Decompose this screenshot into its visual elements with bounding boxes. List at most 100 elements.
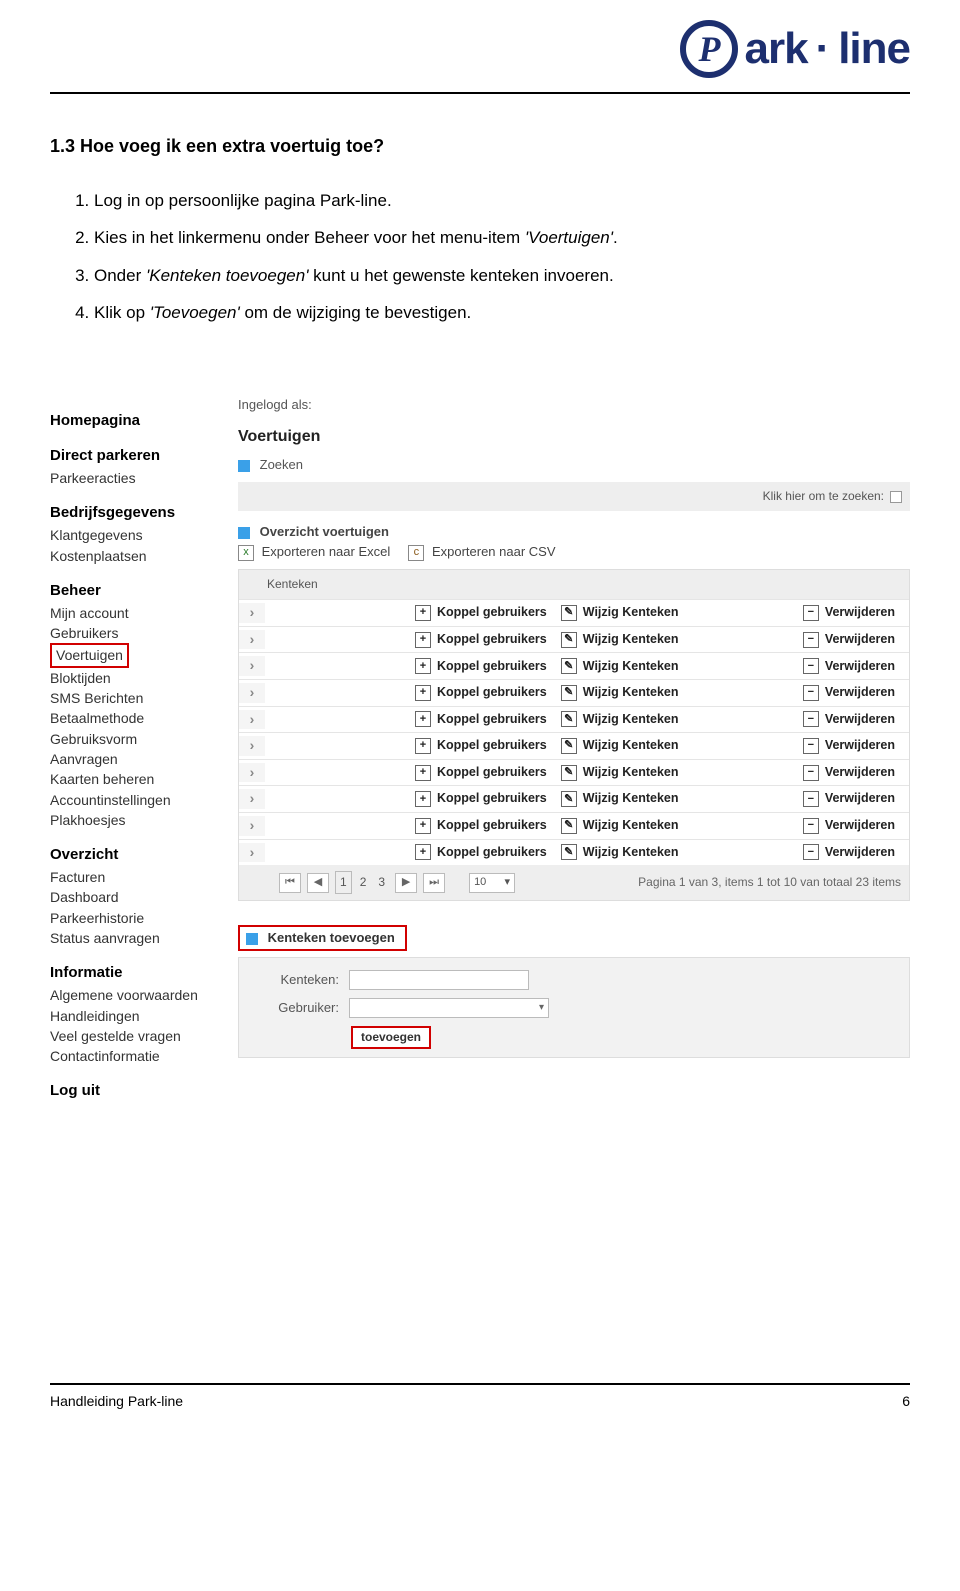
sidebar-item[interactable]: Bloktijden [50, 668, 210, 688]
expand-row-button[interactable]: › [239, 710, 265, 730]
pager-page[interactable]: 1 [335, 871, 352, 894]
search-checkbox[interactable] [890, 491, 902, 503]
sidebar-item[interactable]: Plakhoesjes [50, 810, 210, 830]
sidebar-group-header[interactable]: Bedrijfsgegevens [50, 502, 210, 523]
sidebar-group-header[interactable]: Homepagina [50, 410, 210, 431]
sidebar-item[interactable]: Kostenplaatsen [50, 546, 210, 566]
pager-prev-button[interactable]: ◀ [307, 873, 329, 893]
koppel-gebruikers-button[interactable]: +Koppel gebruikers [415, 790, 561, 808]
expand-row-button[interactable]: › [239, 603, 265, 623]
pager-first-button[interactable]: ⏮ [279, 873, 301, 893]
minus-icon: − [803, 738, 819, 754]
sidebar-item[interactable]: Aanvragen [50, 749, 210, 769]
sidebar-item[interactable]: Facturen [50, 867, 210, 887]
sidebar-item[interactable]: Gebruiksvorm [50, 729, 210, 749]
table-row: › +Koppel gebruikers✎Wijzig Kenteken −Verw… [239, 759, 909, 786]
search-panel[interactable]: Klik hier om te zoeken: [238, 482, 910, 511]
sidebar-group-header[interactable]: Direct parkeren [50, 445, 210, 466]
wijzig-kenteken-button[interactable]: ✎Wijzig Kenteken [561, 737, 693, 755]
verwijderen-button[interactable]: −Verwijderen [803, 790, 909, 808]
sidebar-item[interactable]: Gebruikers [50, 623, 210, 643]
pencil-icon: ✎ [561, 844, 577, 860]
wijzig-kenteken-button[interactable]: ✎Wijzig Kenteken [561, 604, 693, 622]
pager-last-button[interactable]: ⏭ [423, 873, 445, 893]
sidebar-item[interactable]: Contactinformatie [50, 1046, 210, 1066]
pencil-icon: ✎ [561, 791, 577, 807]
square-bullet-icon [238, 527, 250, 539]
pencil-icon: ✎ [561, 632, 577, 648]
wijzig-kenteken-button[interactable]: ✎Wijzig Kenteken [561, 658, 693, 676]
sidebar-item[interactable]: Dashboard [50, 887, 210, 907]
pencil-icon: ✎ [561, 818, 577, 834]
sidebar-group-header[interactable]: Informatie [50, 962, 210, 983]
sidebar-group-header[interactable]: Log uit [50, 1080, 210, 1101]
sidebar-item[interactable]: Mijn account [50, 603, 210, 623]
logged-in-label: Ingelogd als: [238, 396, 910, 414]
sidebar-group-header[interactable]: Overzicht [50, 844, 210, 865]
pager-page[interactable]: 2 [356, 872, 371, 893]
koppel-gebruikers-button[interactable]: +Koppel gebruikers [415, 684, 561, 702]
gebruiker-select[interactable] [349, 998, 549, 1018]
expand-row-button[interactable]: › [239, 683, 265, 703]
wijzig-kenteken-button[interactable]: ✎Wijzig Kenteken [561, 684, 693, 702]
koppel-gebruikers-button[interactable]: +Koppel gebruikers [415, 631, 561, 649]
sidebar-item[interactable]: Parkeeracties [50, 468, 210, 488]
wijzig-kenteken-button[interactable]: ✎Wijzig Kenteken [561, 844, 693, 862]
sidebar-item[interactable]: Veel gestelde vragen [50, 1026, 210, 1046]
sidebar-item[interactable]: Algemene voorwaarden [50, 985, 210, 1005]
pager-page[interactable]: 3 [374, 872, 389, 893]
verwijderen-button[interactable]: −Verwijderen [803, 711, 909, 729]
sidebar-item[interactable]: Betaalmethode [50, 708, 210, 728]
verwijderen-button[interactable]: −Verwijderen [803, 658, 909, 676]
koppel-gebruikers-button[interactable]: +Koppel gebruikers [415, 844, 561, 862]
wijzig-kenteken-button[interactable]: ✎Wijzig Kenteken [561, 764, 693, 782]
koppel-gebruikers-button[interactable]: +Koppel gebruikers [415, 604, 561, 622]
koppel-gebruikers-button[interactable]: +Koppel gebruikers [415, 658, 561, 676]
toevoegen-button[interactable]: toevoegen [351, 1026, 431, 1049]
verwijderen-button[interactable]: −Verwijderen [803, 631, 909, 649]
minus-icon: − [803, 818, 819, 834]
wijzig-kenteken-button[interactable]: ✎Wijzig Kenteken [561, 817, 693, 835]
sidebar-item[interactable]: Accountinstellingen [50, 790, 210, 810]
verwijderen-button[interactable]: −Verwijderen [803, 604, 909, 622]
expand-row-button[interactable]: › [239, 816, 265, 836]
wijzig-kenteken-button[interactable]: ✎Wijzig Kenteken [561, 711, 693, 729]
verwijderen-button[interactable]: −Verwijderen [803, 737, 909, 755]
minus-icon: − [803, 711, 819, 727]
expand-row-button[interactable]: › [239, 763, 265, 783]
sidebar-item[interactable]: Parkeerhistorie [50, 908, 210, 928]
sidebar-item[interactable]: Klantgegevens [50, 525, 210, 545]
expand-row-button[interactable]: › [239, 789, 265, 809]
sidebar-item[interactable]: Kaarten beheren [50, 769, 210, 789]
verwijderen-button[interactable]: −Verwijderen [803, 844, 909, 862]
pager-page-size-select[interactable]: 10▾ [469, 873, 515, 893]
expand-row-button[interactable]: › [239, 736, 265, 756]
pager-page-numbers[interactable]: 123 [335, 871, 389, 894]
verwijderen-button[interactable]: −Verwijderen [803, 684, 909, 702]
sidebar-item[interactable]: Voertuigen [50, 643, 210, 667]
expand-row-button[interactable]: › [239, 656, 265, 676]
search-hint: Klik hier om te zoeken: [763, 488, 884, 505]
wijzig-kenteken-button[interactable]: ✎Wijzig Kenteken [561, 631, 693, 649]
minus-icon: − [803, 844, 819, 860]
sidebar-item[interactable]: Handleidingen [50, 1006, 210, 1026]
pager-next-button[interactable]: ▶ [395, 873, 417, 893]
koppel-gebruikers-button[interactable]: +Koppel gebruikers [415, 764, 561, 782]
export-csv-link[interactable]: Exporteren naar CSV [432, 544, 556, 559]
square-bullet-icon [238, 460, 250, 472]
sidebar-item[interactable]: Status aanvragen [50, 928, 210, 948]
verwijderen-button[interactable]: −Verwijderen [803, 764, 909, 782]
sidebar-item[interactable]: SMS Berichten [50, 688, 210, 708]
koppel-gebruikers-button[interactable]: +Koppel gebruikers [415, 817, 561, 835]
verwijderen-button[interactable]: −Verwijderen [803, 817, 909, 835]
pencil-icon: ✎ [561, 711, 577, 727]
koppel-gebruikers-button[interactable]: +Koppel gebruikers [415, 737, 561, 755]
expand-row-button[interactable]: › [239, 630, 265, 650]
koppel-gebruikers-button[interactable]: +Koppel gebruikers [415, 711, 561, 729]
sidebar-group-header[interactable]: Beheer [50, 580, 210, 601]
export-excel-link[interactable]: Exporteren naar Excel [262, 544, 391, 559]
expand-row-button[interactable]: › [239, 843, 265, 863]
table-row: › +Koppel gebruikers✎Wijzig Kenteken −Verw… [239, 839, 909, 866]
kenteken-input[interactable] [349, 970, 529, 990]
wijzig-kenteken-button[interactable]: ✎Wijzig Kenteken [561, 790, 693, 808]
